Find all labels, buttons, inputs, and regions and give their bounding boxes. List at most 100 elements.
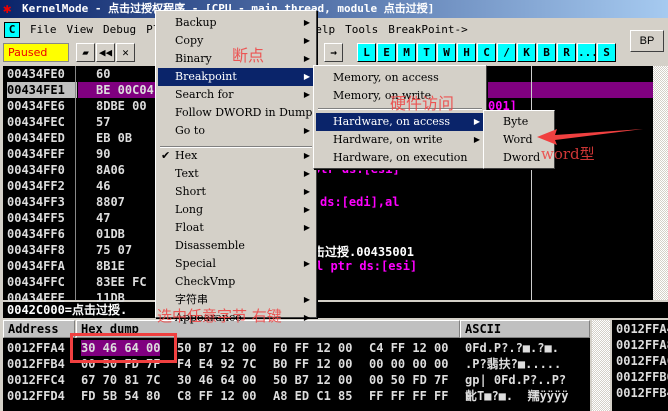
- ascii: gp| 0Fd.P?..P?: [465, 373, 567, 387]
- header-address[interactable]: Address: [3, 320, 75, 338]
- menu-item-short[interactable]: Short ▶: [158, 183, 314, 201]
- menu-item-float[interactable]: Float ▶: [158, 219, 314, 237]
- header-ascii[interactable]: ASCII: [460, 320, 590, 338]
- address: 00434FE1: [7, 82, 77, 98]
- submenu-arrow-icon: ▶: [303, 205, 310, 214]
- menu-item-label: Long: [175, 203, 204, 216]
- menu-item-label: Word: [503, 133, 533, 146]
- menu-item-special[interactable]: Special ▶: [158, 255, 314, 273]
- dump-row[interactable]: 0012FFD4 FD 5B 54 80 C8 FF 12 00 A8 ED C1 8…: [3, 388, 590, 404]
- hex-group[interactable]: C4 FF 12 00: [369, 340, 448, 356]
- toolbar-button-11[interactable]: ...: [577, 43, 598, 62]
- hex-group[interactable]: C8 FF 12 00: [177, 388, 256, 404]
- address: 00434FE6: [7, 99, 65, 113]
- disasm-row[interactable]: 00434FFC 83EE FC: [3, 274, 653, 290]
- menu-item-hardware-on-write[interactable]: Hardware, on write ▶: [316, 131, 484, 149]
- toolbar-button-0[interactable]: L: [357, 43, 376, 62]
- restart-icon[interactable]: ◀◀: [96, 43, 115, 62]
- toolbar-button-5[interactable]: H: [457, 43, 476, 62]
- menu-item-backup[interactable]: Backup ▶: [158, 14, 314, 32]
- menu-item-hardware-on-execution[interactable]: Hardware, on execution: [316, 149, 484, 167]
- disasm-row[interactable]: 00434FF5 47: [3, 210, 653, 226]
- toolbar-button-9[interactable]: B: [537, 43, 556, 62]
- toolbar-button-8[interactable]: K: [517, 43, 536, 62]
- menu-item-hardware-on-access[interactable]: Hardware, on access ▶: [316, 113, 484, 131]
- toolbar-button-4[interactable]: W: [437, 43, 456, 62]
- step-icon[interactable]: →: [324, 43, 343, 62]
- hex-group[interactable]: B0 FF 12 00: [273, 356, 352, 372]
- menu-item-label: Disassemble: [175, 239, 245, 252]
- stack-row[interactable]: 0012FFB0: [616, 370, 668, 384]
- menu-file[interactable]: File: [30, 23, 57, 36]
- menu-item-hex[interactable]: Hex ✔ ▶: [158, 147, 314, 165]
- hex-group[interactable]: F4 E4 92 7C: [177, 356, 256, 372]
- cpu-icon[interactable]: C: [4, 22, 20, 38]
- close-icon[interactable]: ✕: [116, 43, 135, 62]
- arrow-annotation: [537, 129, 643, 145]
- stack-row[interactable]: 0012FFAC: [616, 354, 668, 368]
- hex-group[interactable]: 00 50 FD 7F: [369, 372, 448, 388]
- menu-breakpoint[interactable]: BreakPoint->: [388, 23, 467, 36]
- menu-item-label: Memory, on access: [333, 71, 439, 84]
- submenu-arrow-icon: ▶: [303, 259, 310, 268]
- submenu-arrow-icon: ▶: [303, 187, 310, 196]
- annotation-hardware: 硬件访问: [390, 94, 455, 113]
- menu-item-label: Text: [175, 167, 199, 180]
- hex-group[interactable]: FF FF FF FF: [369, 388, 448, 404]
- comment: l ptr ds:[esi]: [316, 259, 418, 273]
- toolbar-button-10[interactable]: R: [557, 43, 576, 62]
- menu-item-memory-on-access[interactable]: Memory, on access: [316, 69, 484, 87]
- menu-debug[interactable]: Debug: [103, 23, 136, 36]
- menu-item-label: Short: [175, 185, 206, 198]
- address: 00434FEC: [7, 115, 65, 129]
- disasm-row[interactable]: 00434FF2 46: [3, 178, 653, 194]
- hex-group[interactable]: 00 00 00 00: [369, 356, 448, 372]
- stack-row[interactable]: 0012FFA8: [616, 338, 668, 352]
- app-icon: ✱: [3, 1, 12, 17]
- menu-item-text[interactable]: Text ▶: [158, 165, 314, 183]
- hex-group[interactable]: FD 5B 54 80: [81, 388, 160, 404]
- menu-item-go-to[interactable]: Go to ▶: [158, 122, 314, 140]
- toolbar-button-1[interactable]: E: [377, 43, 396, 62]
- menu-item-long[interactable]: Long ▶: [158, 201, 314, 219]
- hex-group[interactable]: 30 46 64 00: [177, 372, 256, 388]
- scrollbar[interactable]: [653, 66, 668, 300]
- submenu-arrow-icon: ▶: [303, 18, 310, 27]
- menu-item-label: Copy: [175, 34, 204, 47]
- menu-item-follow-dword-in-dump[interactable]: Follow DWORD in Dump: [158, 104, 314, 122]
- menu-item-breakpoint[interactable]: Breakpoint ▶: [158, 68, 314, 86]
- menu-item-search-for[interactable]: Search for ▶: [158, 86, 314, 104]
- hex-group[interactable]: 50 B7 12 00: [273, 372, 352, 388]
- disasm-row[interactable]: 00434FF6 01DB: [3, 226, 653, 242]
- address: 0012FFA4: [7, 341, 65, 355]
- hex-group[interactable]: F0 FF 12 00: [273, 340, 352, 356]
- toolbar-button-6[interactable]: C: [477, 43, 496, 62]
- open-icon[interactable]: ▰: [76, 43, 95, 62]
- hex-group[interactable]: A8 ED C1 85: [273, 388, 352, 404]
- address: 0012FFB4: [7, 357, 65, 371]
- menu-item-checkvmp[interactable]: CheckVmp: [158, 273, 314, 291]
- bp-button[interactable]: BP: [630, 30, 664, 52]
- menu-item-disassemble[interactable]: Disassemble: [158, 237, 314, 255]
- ascii: 0Fd.P?.?■.?■.: [465, 341, 559, 355]
- address: 00434FE0: [7, 67, 65, 81]
- dump-row[interactable]: 0012FFC4 67 70 81 7C 30 46 64 00 50 B7 12 0…: [3, 372, 590, 388]
- stack-row[interactable]: 0012FFA4: [616, 322, 668, 336]
- hex-group[interactable]: 67 70 81 7C: [81, 372, 160, 388]
- address: 00434FED: [7, 131, 65, 145]
- toolbar-button-7[interactable]: /: [497, 43, 516, 62]
- stack-row[interactable]: 0012FFB4: [616, 386, 668, 400]
- hex-group[interactable]: 50 B7 12 00: [177, 340, 256, 356]
- toolbar-button-12[interactable]: S: [597, 43, 616, 62]
- menu-bar: CFileViewDebugPluginsOptionsWindowHelpTo…: [0, 19, 668, 41]
- stack-pane[interactable]: 0012FFA4 0012FFA8 0012FFAC 0012FFB0 0012FFB4: [612, 320, 668, 411]
- submenu-arrow-icon: ▶: [303, 72, 310, 81]
- toolbar-button-2[interactable]: M: [397, 43, 416, 62]
- menu-item-label: CheckVmp: [175, 275, 236, 288]
- menu-tools[interactable]: Tools: [345, 23, 378, 36]
- divider: [75, 66, 76, 300]
- menu-view[interactable]: View: [67, 23, 94, 36]
- dump-scrollbar[interactable]: [592, 320, 610, 411]
- menu-item-label: Hex: [175, 149, 198, 162]
- toolbar-button-3[interactable]: T: [417, 43, 436, 62]
